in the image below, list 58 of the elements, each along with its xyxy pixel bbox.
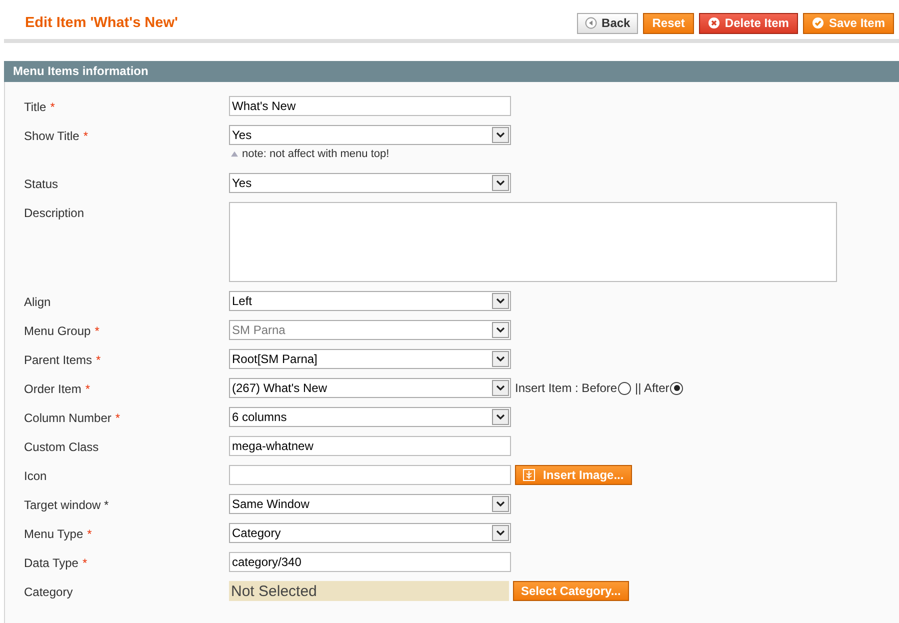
- caret-icon: [492, 293, 509, 309]
- caret-icon: [492, 409, 509, 425]
- required-asterisk: *: [96, 353, 101, 367]
- field-label: Icon: [24, 469, 47, 483]
- triangle-icon: [231, 151, 238, 157]
- insert-position-label: Insert Item : Before: [515, 381, 618, 395]
- required-asterisk: *: [85, 382, 90, 396]
- select-dropdown[interactable]: Yes: [229, 125, 511, 145]
- select-dropdown[interactable]: (267) What's New: [229, 378, 511, 398]
- field-label: Menu Type: [24, 527, 84, 541]
- caret-icon: [492, 380, 509, 396]
- required-asterisk: *: [115, 411, 120, 425]
- delete-button[interactable]: Delete Item: [698, 12, 798, 34]
- select-dropdown[interactable]: Category: [229, 523, 511, 543]
- field-label: Align: [24, 295, 51, 309]
- field-label: Menu Group: [24, 324, 91, 338]
- category-value: Not Selected: [229, 581, 509, 601]
- close-icon: [708, 17, 720, 29]
- required-asterisk: *: [82, 556, 88, 570]
- radio-button[interactable]: [670, 382, 684, 394]
- text-field[interactable]: mega-whatnew: [229, 436, 511, 456]
- radio-label: || After: [635, 381, 670, 395]
- image-icon: [523, 469, 535, 481]
- field-label: Category: [24, 585, 73, 599]
- select-dropdown[interactable]: Left: [229, 291, 511, 311]
- field-label: Target window *: [24, 498, 109, 512]
- field-label: Title: [24, 100, 46, 114]
- caret-icon: [492, 351, 509, 367]
- field-label: Show Title: [24, 129, 80, 143]
- field-label: Custom Class: [24, 440, 99, 454]
- select-dropdown[interactable]: 6 columns: [229, 407, 511, 427]
- caret-icon: [492, 322, 509, 338]
- radio-button[interactable]: [618, 382, 632, 394]
- page-title: Edit Item 'What's New': [25, 15, 178, 31]
- field-note: note: not affect with menu top!: [242, 148, 390, 160]
- field-label: Order Item: [24, 382, 82, 396]
- field-label: Description: [24, 206, 84, 220]
- required-asterisk: *: [94, 324, 100, 338]
- caret-icon: [492, 525, 509, 541]
- field-label: Column Number: [24, 411, 112, 425]
- required-asterisk: *: [83, 129, 88, 143]
- text-field[interactable]: What's New: [229, 96, 511, 116]
- caret-icon: [492, 127, 509, 143]
- select-dropdown[interactable]: Same Window: [229, 494, 511, 514]
- section-header: Menu Items information: [4, 61, 899, 82]
- required-asterisk: *: [87, 527, 92, 541]
- back-button[interactable]: Back: [576, 12, 638, 34]
- field-label: Data Type: [24, 556, 78, 570]
- required-asterisk: *: [50, 100, 55, 114]
- caret-icon: [492, 175, 509, 191]
- text-field[interactable]: [229, 465, 511, 485]
- field-label: Parent Items: [24, 353, 92, 367]
- checkmark-icon: [812, 17, 824, 29]
- select-dropdown[interactable]: Root[SM Parna]: [229, 349, 511, 369]
- field-label: Status: [24, 177, 58, 191]
- caret-icon: [492, 496, 509, 512]
- select-dropdown[interactable]: Yes: [229, 173, 511, 193]
- text-field[interactable]: category/340: [229, 552, 511, 572]
